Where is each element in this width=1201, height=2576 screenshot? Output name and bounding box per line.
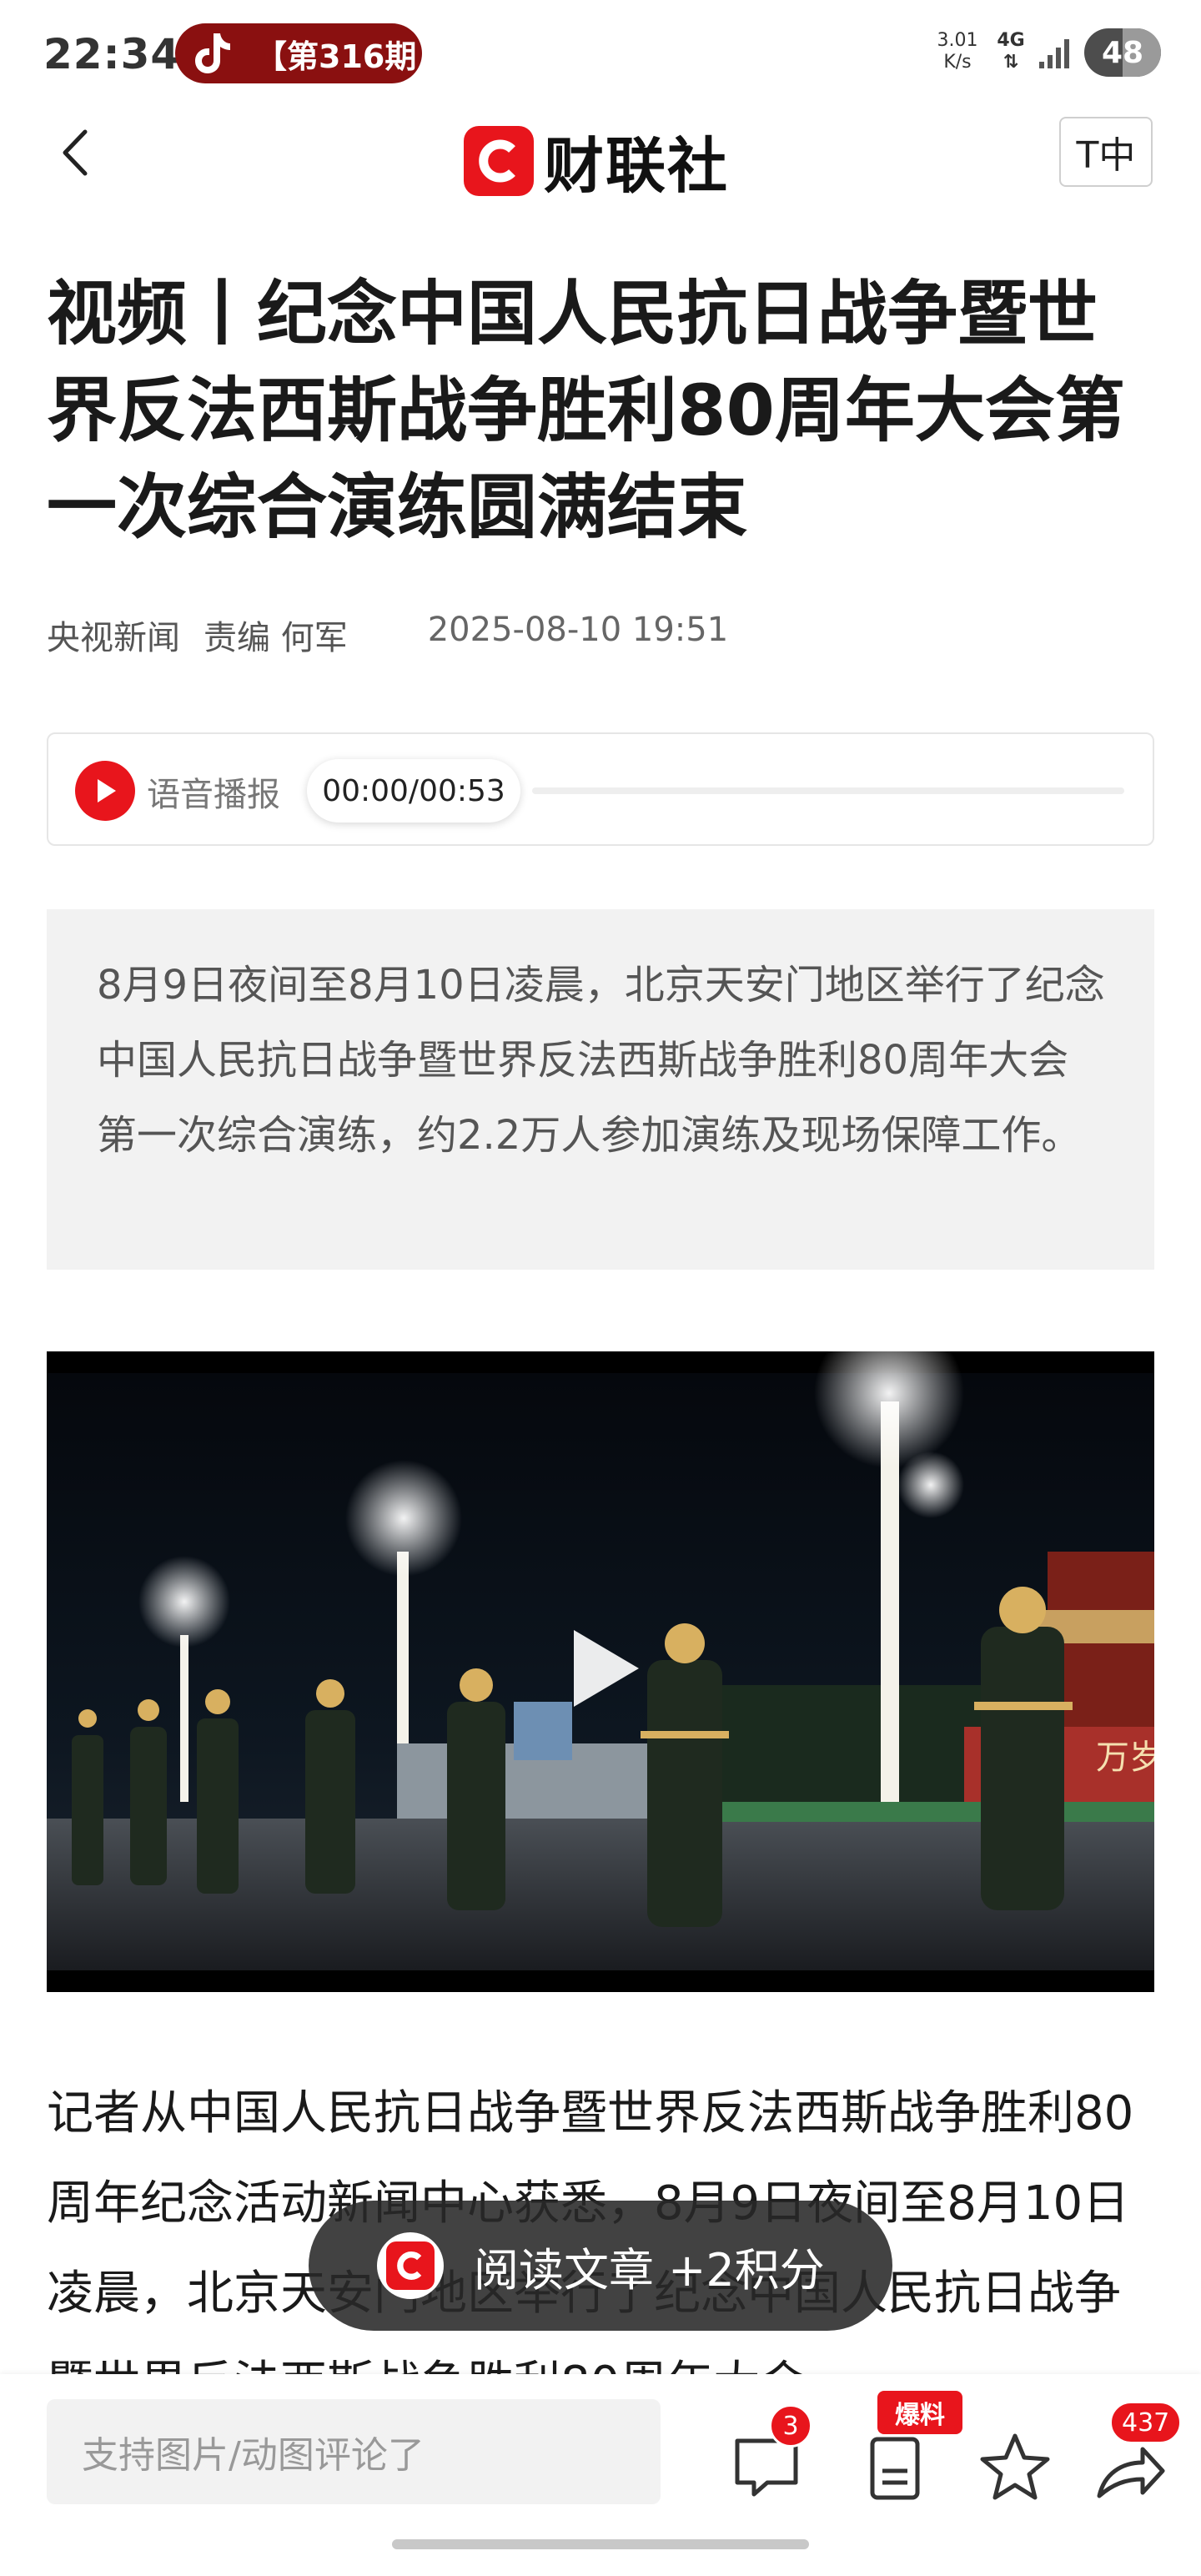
toast-text: 阅读文章 +2积分 bbox=[474, 2243, 825, 2297]
tip-off-icon[interactable] bbox=[861, 2431, 936, 2506]
article-summary: 8月9日夜间至8月10日凌晨，北京天安门地区举行了纪念中国人民抗日战争暨世界反法… bbox=[47, 909, 1154, 1270]
signal-icon bbox=[1039, 39, 1069, 68]
audio-play-button[interactable] bbox=[75, 761, 135, 821]
summary-text: 8月9日夜间至8月10日凌晨，北京天安门地区举行了纪念中国人民抗日战争暨世界反法… bbox=[97, 962, 1105, 1159]
cls-logo-icon bbox=[464, 125, 534, 196]
article-source: 央视新闻 bbox=[47, 619, 180, 657]
article-title: 视频丨纪念中国人民抗日战争暨世界反法西斯战争胜利80周年大会第一次综合演练圆满结… bbox=[47, 273, 1125, 548]
top-nav: 财联社 T中 bbox=[0, 108, 1201, 201]
bottom-action-bar: 支持图片/动图评论了 3 爆料 437 bbox=[0, 2374, 1201, 2576]
network-type-label: 4G bbox=[997, 30, 1025, 51]
video-banner-text: 万岁 bbox=[1096, 1738, 1154, 1777]
network-speed-value: 3.01 bbox=[937, 30, 978, 51]
font-size-button[interactable]: T中 bbox=[1059, 117, 1153, 187]
battery-level: 48 bbox=[1101, 35, 1144, 70]
network-speed-unit: K/s bbox=[943, 52, 972, 73]
reward-toast: 阅读文章 +2积分 bbox=[309, 2201, 892, 2331]
play-icon bbox=[98, 779, 116, 802]
network-type: 4G ⇅ bbox=[992, 30, 1029, 73]
share-count-badge: 437 bbox=[1109, 2401, 1183, 2444]
tiktok-icon bbox=[188, 30, 235, 77]
article-date: 2025-08-10 19:51 bbox=[427, 611, 729, 649]
video-player[interactable]: 万岁 bbox=[47, 1351, 1154, 1992]
data-arrows-icon: ⇅ bbox=[1003, 52, 1019, 73]
logo-text: 财联社 bbox=[544, 131, 730, 201]
back-arrow-icon[interactable] bbox=[50, 123, 100, 182]
notification-text: 【第316期 bbox=[255, 38, 417, 75]
status-bar: 22:34 【第316期 3.01 K/s 4G ⇅ 48 bbox=[0, 0, 1201, 108]
audio-player: 语音播报 00:00/00:53 bbox=[47, 732, 1154, 846]
comment-input[interactable]: 支持图片/动图评论了 bbox=[47, 2399, 661, 2504]
audio-progress-track[interactable] bbox=[532, 787, 1124, 794]
home-indicator[interactable] bbox=[392, 2539, 809, 2549]
audio-label: 语音播报 bbox=[147, 776, 280, 814]
cls-toast-logo-icon bbox=[377, 2232, 444, 2299]
tiktok-notification-pill[interactable]: 【第316期 bbox=[175, 23, 422, 83]
audio-time-thumb[interactable]: 00:00/00:53 bbox=[307, 759, 520, 823]
comment-count-badge: 3 bbox=[769, 2404, 812, 2448]
article-meta: 央视新闻 责编 何军 2025-08-10 19:51 bbox=[47, 611, 1164, 659]
network-speed: 3.01 K/s bbox=[932, 30, 982, 73]
battery-indicator: 48 bbox=[1084, 28, 1161, 77]
status-time: 22:34 bbox=[43, 30, 181, 78]
article-editor: 责编 何军 bbox=[204, 619, 348, 657]
star-icon[interactable] bbox=[977, 2429, 1053, 2504]
tip-off-label[interactable]: 爆料 bbox=[877, 2391, 962, 2434]
cls-logo: 财联社 bbox=[464, 117, 729, 204]
video-play-icon[interactable] bbox=[567, 1627, 642, 1710]
